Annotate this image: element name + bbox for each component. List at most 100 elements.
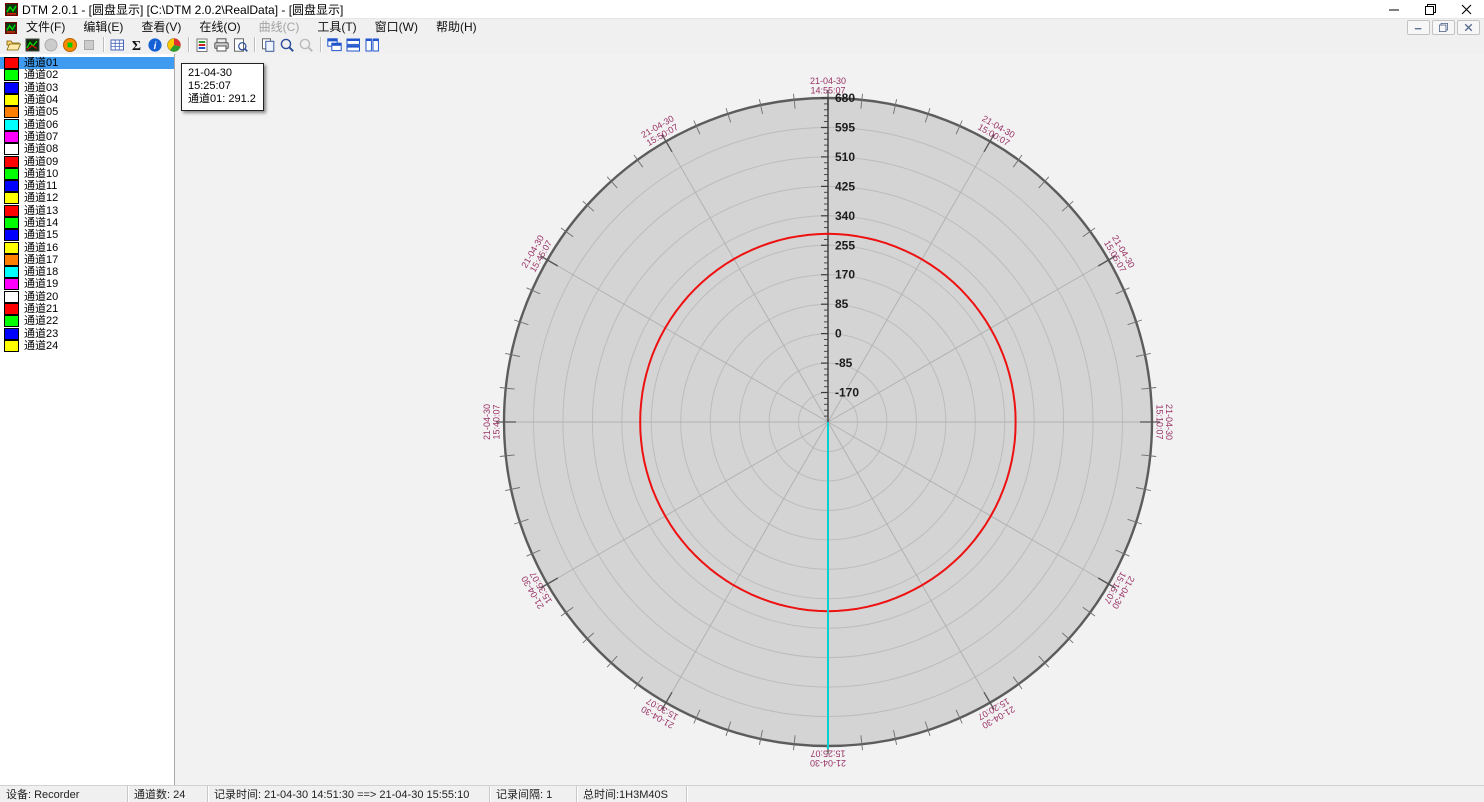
channel-item-16[interactable]: 通道16 <box>0 241 174 253</box>
channel-label: 通道03 <box>24 82 58 94</box>
svg-text:425: 425 <box>835 179 855 193</box>
menu-item-1[interactable]: 文件(F) <box>17 19 74 35</box>
channel-item-5[interactable]: 通道05 <box>0 106 174 118</box>
channel-color-swatch <box>4 168 19 180</box>
channel-color-swatch <box>4 57 19 69</box>
channel-color-swatch <box>4 156 19 168</box>
zoom-icon-disabled <box>297 36 316 54</box>
stop-icon <box>80 36 99 54</box>
menu-bar: 文件(F)编辑(E)查看(V)在线(O)曲线(C)工具(T)窗口(W)帮助(H) <box>0 19 1484 35</box>
pie-chart-icon[interactable] <box>165 36 184 54</box>
svg-text:15:25:07: 15:25:07 <box>810 749 845 759</box>
channel-item-19[interactable]: 通道19 <box>0 278 174 290</box>
zoom-icon[interactable] <box>278 36 297 54</box>
channel-item-22[interactable]: 通道22 <box>0 315 174 327</box>
status-bar: 设备: Recorder通道数: 24记录时间: 21-04-30 14:51:… <box>0 785 1484 802</box>
channel-item-20[interactable]: 通道20 <box>0 291 174 303</box>
channel-item-11[interactable]: 通道11 <box>0 180 174 192</box>
menu-item-6[interactable]: 工具(T) <box>308 19 365 35</box>
mdi-restore-icon[interactable] <box>1432 20 1455 35</box>
record-icon <box>42 36 61 54</box>
svg-text:Σ: Σ <box>132 39 141 53</box>
cascade-windows-icon[interactable] <box>325 36 344 54</box>
mdi-close-icon[interactable] <box>1457 20 1480 35</box>
minimize-icon[interactable] <box>1376 0 1412 18</box>
svg-text:14:55:07: 14:55:07 <box>810 86 845 96</box>
channel-color-swatch <box>4 291 19 303</box>
mdi-minimize-icon[interactable] <box>1407 20 1430 35</box>
svg-text:170: 170 <box>835 268 855 282</box>
channel-item-8[interactable]: 通道08 <box>0 143 174 155</box>
sum-sigma-icon[interactable]: Σ <box>127 36 146 54</box>
channel-color-swatch <box>4 340 19 352</box>
channel-label: 通道05 <box>24 106 58 118</box>
channel-item-4[interactable]: 通道04 <box>0 94 174 106</box>
svg-text:340: 340 <box>835 209 855 223</box>
channel-list: 通道01通道02通道03通道04通道05通道06通道07通道08通道09通道10… <box>0 54 175 786</box>
tile-horizontal-icon[interactable] <box>344 36 363 54</box>
menu-items: 文件(F)编辑(E)查看(V)在线(O)曲线(C)工具(T)窗口(W)帮助(H) <box>17 19 486 35</box>
channel-label: 通道14 <box>24 217 58 229</box>
open-folder-icon[interactable] <box>4 36 23 54</box>
channel-item-6[interactable]: 通道06 <box>0 118 174 130</box>
menu-item-8[interactable]: 帮助(H) <box>427 19 486 35</box>
menu-item-5: 曲线(C) <box>250 19 309 35</box>
disc-chart: 680595510425340255170850-85-17021-04-301… <box>0 54 1484 786</box>
close-icon[interactable] <box>1448 0 1484 18</box>
print-preview-icon[interactable] <box>231 36 250 54</box>
channel-label: 通道16 <box>24 242 58 254</box>
channel-color-swatch <box>4 217 19 229</box>
status-field-4: 记录间隔: 1 <box>490 786 577 802</box>
channel-color-swatch <box>4 229 19 241</box>
menu-item-4[interactable]: 在线(O) <box>190 19 249 35</box>
svg-text:595: 595 <box>835 121 855 135</box>
channel-item-24[interactable]: 通道24 <box>0 340 174 352</box>
app-icon <box>5 3 18 16</box>
view-chart-icon[interactable] <box>23 36 42 54</box>
channel-label: 通道02 <box>24 69 58 81</box>
channel-item-17[interactable]: 通道17 <box>0 254 174 266</box>
svg-text:0: 0 <box>835 327 842 341</box>
svg-text:21-04-30: 21-04-30 <box>810 758 846 768</box>
channel-item-15[interactable]: 通道15 <box>0 229 174 241</box>
channel-item-3[interactable]: 通道03 <box>0 82 174 94</box>
channel-item-14[interactable]: 通道14 <box>0 217 174 229</box>
channel-item-18[interactable]: 通道18 <box>0 266 174 278</box>
channel-label: 通道10 <box>24 168 58 180</box>
channel-item-12[interactable]: 通道12 <box>0 192 174 204</box>
menu-item-3[interactable]: 查看(V) <box>132 19 190 35</box>
channel-label: 通道11 <box>24 180 57 192</box>
channel-color-swatch <box>4 180 19 192</box>
channel-item-1[interactable]: 通道01 <box>0 57 174 69</box>
menu-item-2[interactable]: 编辑(E) <box>74 19 132 35</box>
export-page-icon[interactable] <box>193 36 212 54</box>
restore-icon[interactable] <box>1412 0 1448 18</box>
data-table-icon[interactable] <box>108 36 127 54</box>
channel-item-23[interactable]: 通道23 <box>0 328 174 340</box>
channel-label: 通道24 <box>24 340 58 352</box>
channel-label: 通道01 <box>24 57 58 69</box>
channel-color-swatch <box>4 315 19 327</box>
toolbar: Σi <box>0 35 1484 55</box>
channel-item-10[interactable]: 通道10 <box>0 168 174 180</box>
menu-item-7[interactable]: 窗口(W) <box>366 19 427 35</box>
channel-item-9[interactable]: 通道09 <box>0 155 174 167</box>
channel-item-7[interactable]: 通道07 <box>0 131 174 143</box>
channel-label: 通道09 <box>24 156 58 168</box>
copy-icon[interactable] <box>259 36 278 54</box>
print-icon[interactable] <box>212 36 231 54</box>
channel-color-swatch <box>4 242 19 254</box>
channel-label: 通道22 <box>24 315 58 327</box>
channel-item-21[interactable]: 通道21 <box>0 303 174 315</box>
svg-text:15:40:07: 15:40:07 <box>492 404 502 439</box>
channel-item-13[interactable]: 通道13 <box>0 205 174 217</box>
channel-item-2[interactable]: 通道02 <box>0 69 174 81</box>
channel-color-swatch <box>4 69 19 81</box>
channel-color-swatch <box>4 131 19 143</box>
info-icon[interactable]: i <box>146 36 165 54</box>
channel-color-swatch <box>4 94 19 106</box>
record-active-icon[interactable] <box>61 36 80 54</box>
tile-vertical-icon[interactable] <box>363 36 382 54</box>
svg-text:510: 510 <box>835 150 855 164</box>
channel-label: 通道19 <box>24 278 58 290</box>
